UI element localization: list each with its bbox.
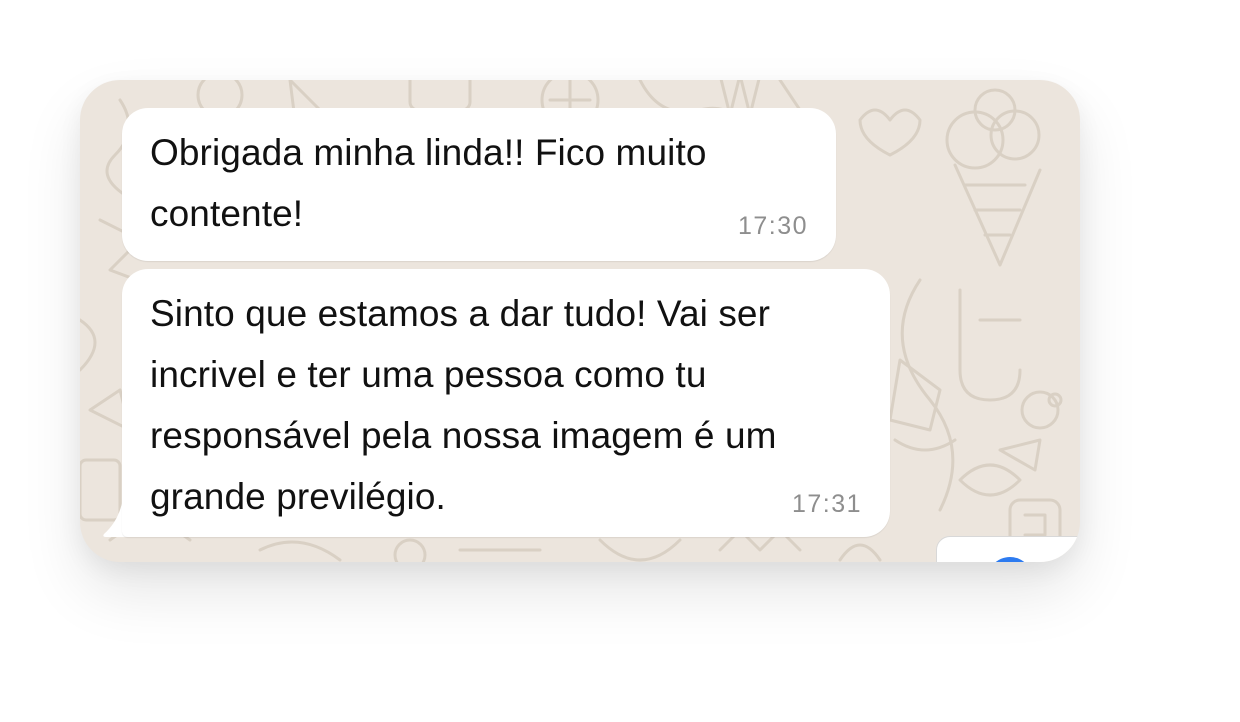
send-button[interactable] (987, 557, 1033, 562)
message-bubble[interactable]: Sinto que estamos a dar tudo! Vai ser in… (122, 269, 890, 537)
chat-window: Obrigada minha linda!! Fico muito conten… (80, 80, 1080, 562)
message-text: Sinto que estamos a dar tudo! Vai ser in… (150, 293, 777, 517)
input-bar[interactable] (936, 536, 1080, 562)
message-bubble[interactable]: Obrigada minha linda!! Fico muito conten… (122, 108, 836, 261)
message-text: Obrigada minha linda!! Fico muito conten… (150, 132, 707, 234)
message-timestamp: 17:30 (737, 212, 808, 240)
message-timestamp: 17:31 (791, 490, 862, 518)
